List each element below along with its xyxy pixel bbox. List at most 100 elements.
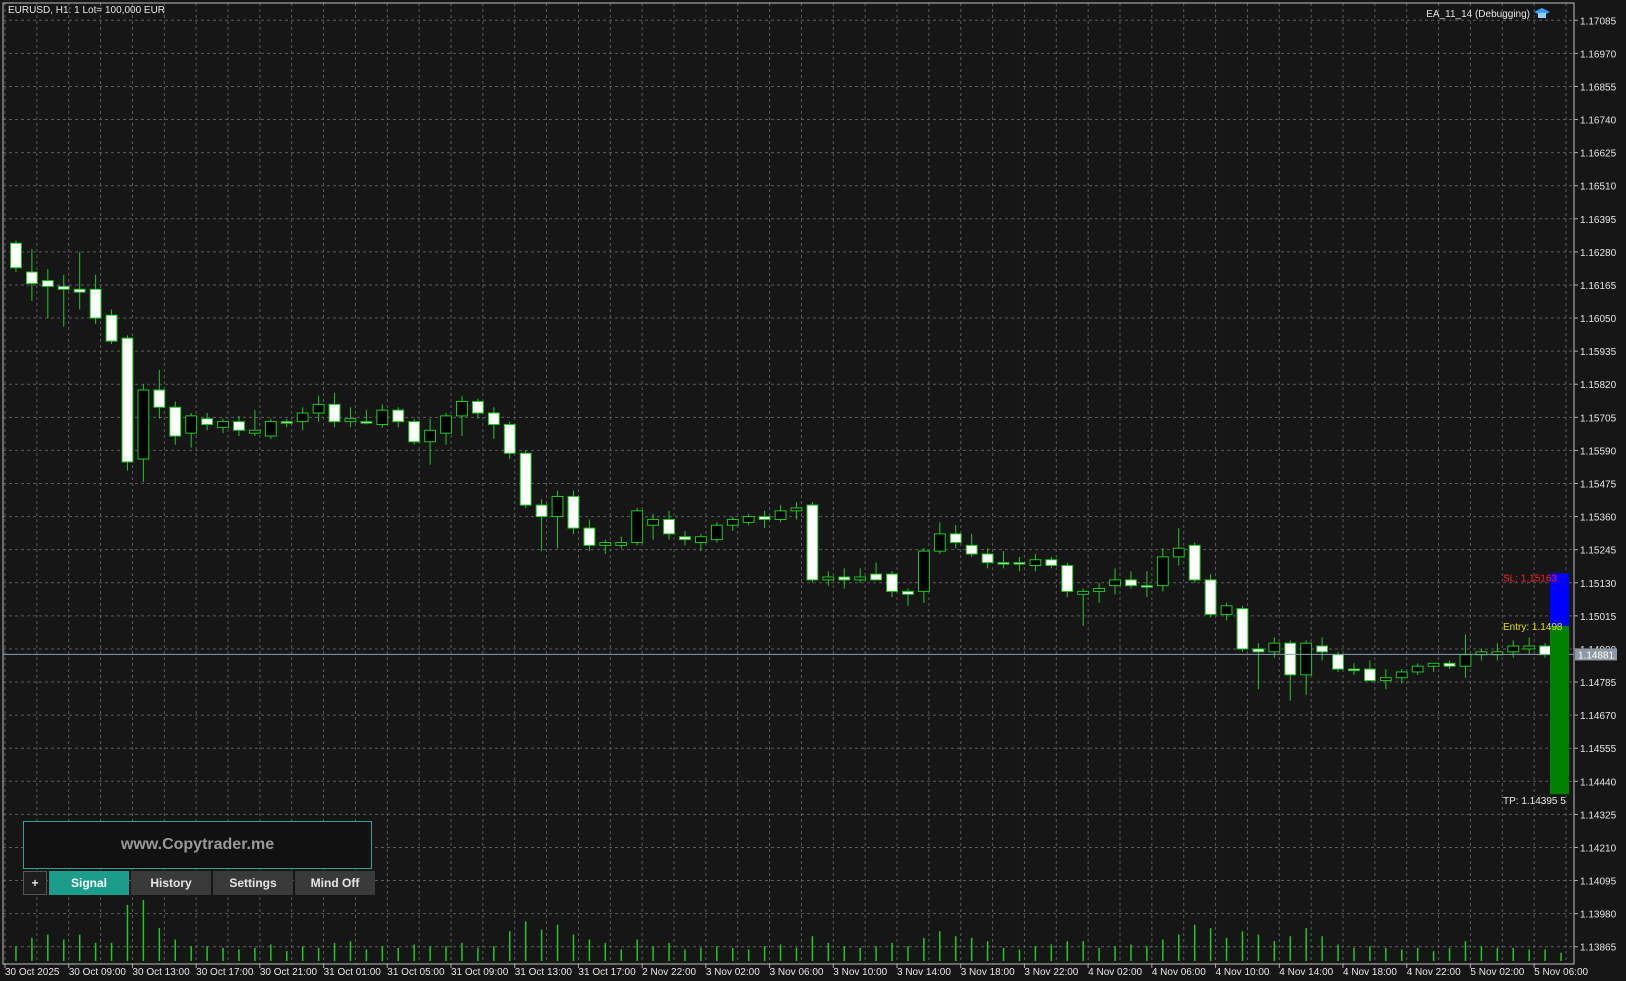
candle-body [456,400,468,417]
candle-body [806,504,819,581]
y-tick-label: 1.13980 [1580,910,1617,921]
y-tick-label: 1.14785 [1580,678,1617,689]
candle-body [328,403,341,423]
x-tick-label: 30 Oct 21:00 [260,967,318,978]
candle-body [1348,668,1360,672]
candle-body [997,562,1010,565]
candle-body [679,536,691,541]
settings-button[interactable]: Settings [213,871,293,895]
candle-body [949,533,962,543]
x-tick-label: 31 Oct 13:00 [515,967,573,978]
copytrader-panel: www.Copytrader.me [23,821,372,869]
candle-body [376,409,389,426]
y-tick-label: 1.14670 [1580,711,1617,722]
signal-button[interactable]: Signal [49,871,129,895]
candle-body [902,590,914,595]
x-tick-label: 5 Nov 06:00 [1534,967,1588,978]
x-tick-label: 31 Oct 05:00 [387,967,445,978]
candle-body [1029,559,1042,567]
y-tick-label: 1.16165 [1580,281,1617,292]
x-tick-label: 30 Oct 13:00 [132,967,190,978]
y-tick-label: 1.15130 [1580,579,1617,590]
x-tick-label: 3 Nov 18:00 [961,967,1015,978]
candle-body [1109,579,1121,587]
candle-body [583,527,596,546]
candle-body [487,412,500,426]
candle-body [519,452,532,506]
candle-body [1379,677,1392,682]
candle-body [1300,642,1313,676]
candle-body [57,285,70,290]
take-profit-zone [1550,625,1569,795]
x-tick-label: 30 Oct 09:00 [69,967,127,978]
candle-body [1077,590,1090,595]
panel-button-row: + Signal History Settings Mind Off [23,871,375,895]
x-tick-label: 3 Nov 06:00 [770,967,824,978]
candle-body [1252,648,1265,653]
candle-body [567,495,580,529]
candle-body [1395,671,1408,679]
candle-body [1140,585,1153,588]
candle-body [25,271,38,285]
candle-body [838,576,851,581]
candle-body [742,516,755,523]
symbol-info: EURUSD, H1: 1 Lot= 100,000 EUR [8,5,165,16]
candle-body [280,421,293,424]
candle-body [1507,645,1520,653]
y-tick-label: 1.16740 [1580,116,1617,127]
x-tick-label: 4 Nov 14:00 [1279,967,1333,978]
mt-chart-window[interactable]: 1.17085 1.16970 1.16855 1.16740 1.16625 1.165… [0,0,1626,981]
y-tick-label: 1.16050 [1580,314,1617,325]
y-tick-label: 1.16395 [1580,215,1617,226]
candle-body [248,429,261,434]
candle-body [551,495,564,518]
candle-body [1093,588,1106,592]
candle-body [1268,642,1281,653]
y-tick-label: 1.16280 [1580,248,1617,259]
candle-body [535,504,548,518]
candle-body [631,510,644,543]
candle-body [1523,645,1536,650]
y-tick-label: 1.15360 [1580,513,1617,524]
y-tick-label: 1.15705 [1580,413,1617,424]
history-button[interactable]: History [131,871,211,895]
candle-body [73,288,86,293]
candle-body [1125,579,1137,587]
candle-body [615,541,628,546]
candle-body [854,576,867,581]
candle-body [169,406,182,437]
y-tick-label: 1.14210 [1580,843,1617,854]
candle-body [424,429,437,443]
candle-body [1427,662,1440,667]
candle-body [312,403,325,414]
candle-body [1156,556,1169,587]
x-tick-label: 3 Nov 10:00 [833,967,887,978]
candle-body [503,424,516,454]
x-tick-label: 5 Nov 02:00 [1470,967,1524,978]
candle-body [1332,654,1344,670]
candle-body [870,573,883,581]
plus-button[interactable]: + [23,871,47,895]
mind-off-button[interactable]: Mind Off [295,871,375,895]
candle-body [710,524,723,541]
candle-body [965,544,978,555]
y-tick-label: 1.15475 [1580,480,1617,491]
y-tick-label: 1.17085 [1580,16,1617,27]
y-tick-label: 1.14325 [1580,810,1617,821]
candle-body [471,400,484,414]
candle-body [360,421,373,424]
x-tick-label: 3 Nov 14:00 [897,967,951,978]
candle-body [233,421,245,431]
tp-label: TP: 1.14395 5 [1503,796,1566,807]
cap-base [1538,13,1546,18]
candle-body [1061,565,1074,592]
candle-body [137,389,150,460]
y-tick-label: 1.15935 [1580,347,1617,358]
candle-body [1013,562,1026,565]
candle-body [886,573,898,592]
y-tick-label: 1.15245 [1580,546,1617,557]
x-tick-label: 3 Nov 02:00 [706,967,760,978]
candle-body [217,421,229,428]
x-tick-label: 4 Nov 10:00 [1216,967,1270,978]
candle-body [1236,608,1249,650]
